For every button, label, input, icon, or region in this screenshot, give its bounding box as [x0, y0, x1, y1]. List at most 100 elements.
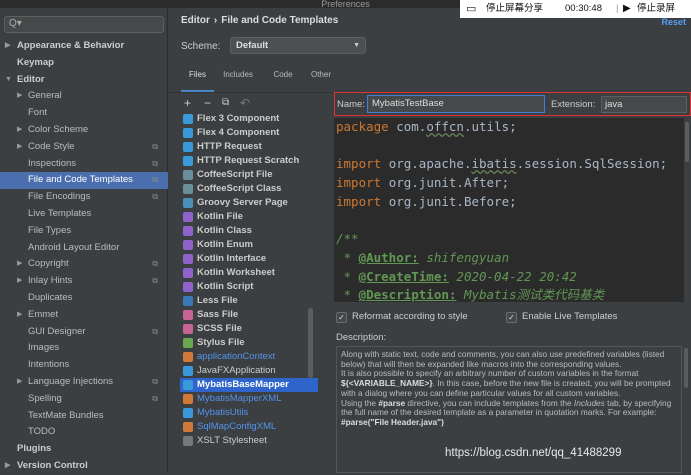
sidebar-item[interactable]: File and Code Templates ⧉ [0, 172, 168, 190]
tab-other[interactable]: Other [304, 66, 338, 92]
stop-record-icon[interactable]: ▶ [623, 0, 631, 18]
chevron-down-icon[interactable]: ▼ [5, 72, 12, 89]
sidebar-item[interactable]: TextMate Bundles [0, 408, 168, 425]
live-templates-checkbox[interactable]: ✓ [506, 312, 517, 323]
chevron-right-icon[interactable]: ▶ [5, 38, 10, 55]
chevron-right-icon[interactable]: ▶ [17, 139, 22, 156]
reset-link[interactable]: Reset [661, 17, 686, 27]
sidebar-item[interactable]: Images [0, 340, 168, 357]
template-item[interactable]: Sass File [180, 308, 318, 322]
code-keyword: import [336, 175, 389, 191]
template-options: ✓ Reformat according to style ✓ Enable L… [336, 311, 691, 327]
chevron-right-icon[interactable]: ▶ [17, 256, 22, 273]
template-item[interactable]: Groovy Server Page [180, 196, 318, 210]
project-scope-icon: ⧉ [152, 158, 158, 168]
sidebar-item[interactable]: TODO [0, 424, 168, 441]
template-item[interactable]: CoffeeScript File [180, 168, 318, 182]
reset-icon[interactable]: ↶ [240, 94, 250, 112]
reformat-checkbox[interactable]: ✓ [336, 312, 347, 323]
extension-field[interactable]: java [601, 96, 687, 113]
template-item[interactable]: SqlMapConfigXML [180, 420, 318, 434]
template-item[interactable]: Flex 4 Component [180, 126, 318, 140]
sidebar-item[interactable]: Font [0, 105, 168, 122]
sidebar-item[interactable]: Spelling ⧉ [0, 391, 168, 408]
template-item[interactable]: Kotlin Worksheet [180, 266, 318, 280]
code-scrollbar[interactable] [685, 122, 689, 162]
sidebar-item[interactable]: Keymap [0, 55, 168, 72]
code-comment: /** [336, 231, 359, 247]
sidebar-item-label: General [28, 90, 62, 102]
template-item[interactable]: JavaFXApplication [180, 364, 318, 378]
template-item[interactable]: XSLT Stylesheet [180, 434, 318, 448]
template-item[interactable]: CoffeeScript Class [180, 182, 318, 196]
sidebar-item[interactable]: ▶ Version Control [0, 458, 168, 475]
sidebar-item[interactable]: ▶ Inlay Hints ⧉ [0, 273, 168, 290]
template-item-label: HTTP Request Scratch [197, 155, 300, 166]
kotlin-file-icon [183, 212, 193, 222]
tab-includes[interactable]: Includes [217, 66, 259, 92]
sidebar-item[interactable]: Duplicates [0, 290, 168, 307]
template-item[interactable]: Stylus File [180, 336, 318, 350]
sidebar-item-label: Android Layout Editor [28, 241, 120, 253]
sidebar-item[interactable]: File Encodings ⧉ [0, 189, 168, 206]
template-item[interactable]: Kotlin Interface [180, 252, 318, 266]
template-item[interactable]: MybatisUtils [180, 406, 318, 420]
sidebar-item[interactable]: ▶ Appearance & Behavior [0, 38, 168, 55]
sidebar-item[interactable]: Plugins [0, 441, 168, 458]
chevron-right-icon[interactable]: ▶ [17, 307, 22, 324]
sidebar-item[interactable]: ▶ Emmet [0, 307, 168, 324]
sidebar-item[interactable]: ▶ General [0, 88, 168, 105]
template-item[interactable]: HTTP Request [180, 140, 318, 154]
scheme-label: Scheme: [181, 41, 221, 52]
template-item[interactable]: Kotlin Script [180, 280, 318, 294]
sidebar-item[interactable]: ▶ Code Style ⧉ [0, 139, 168, 156]
tab-code[interactable]: Code [266, 66, 300, 92]
template-item[interactable]: SCSS File [180, 322, 318, 336]
template-item[interactable]: Kotlin Class [180, 224, 318, 238]
sidebar-item[interactable]: GUI Designer ⧉ [0, 324, 168, 341]
chevron-right-icon[interactable]: ▶ [17, 88, 22, 105]
scheme-dropdown[interactable]: Default ▼ [230, 37, 366, 54]
sidebar-item[interactable]: File Types [0, 223, 168, 240]
name-field[interactable]: MybatisTestBase [367, 95, 545, 113]
project-scope-icon: ⧉ [152, 276, 158, 286]
code-editor[interactable]: package com.offcn.utils; import org.apac… [334, 118, 684, 302]
sidebar-item[interactable]: Live Templates [0, 206, 168, 223]
sidebar-item[interactable]: Android Layout Editor [0, 240, 168, 257]
sidebar-item[interactable]: Inspections ⧉ [0, 156, 168, 173]
main-panel: Editor › File and Code Templates Reset Sch… [168, 8, 691, 473]
sidebar-item-label: Live Templates [28, 207, 92, 219]
template-list: Flex 3 Component Flex 4 Component HTTP Req… [180, 112, 318, 473]
tab-files[interactable]: Files [181, 66, 214, 92]
template-item[interactable]: Kotlin File [180, 210, 318, 224]
template-item[interactable]: applicationContext [180, 350, 318, 364]
sidebar-item-label: Color Scheme [28, 123, 89, 135]
description-scrollbar[interactable] [684, 348, 688, 388]
template-item[interactable]: Kotlin Enum [180, 238, 318, 252]
sidebar-item[interactable]: Intentions [0, 357, 168, 374]
java-file-icon [183, 366, 193, 376]
template-list-scrollbar[interactable] [308, 308, 313, 378]
chevron-right-icon[interactable]: ▶ [17, 122, 22, 139]
groovy-file-icon [183, 198, 193, 208]
chevron-right-icon[interactable]: ▶ [17, 374, 22, 391]
add-icon[interactable]: + [184, 94, 191, 112]
sidebar-item[interactable]: ▶ Color Scheme [0, 122, 168, 139]
breadcrumb-parent[interactable]: Editor [181, 15, 210, 26]
chevron-right-icon[interactable]: ▶ [5, 458, 10, 475]
stop-record-button[interactable]: 停止录屏 [637, 0, 675, 18]
template-item[interactable]: MybatisBaseMapper [180, 378, 318, 392]
template-item[interactable]: MybatisMapperXML [180, 392, 318, 406]
sidebar-item[interactable]: ▼ Editor [0, 72, 168, 89]
template-item-label: Flex 3 Component [197, 113, 280, 124]
sidebar-item[interactable]: ▶ Copyright ⧉ [0, 256, 168, 273]
remove-icon[interactable]: − [204, 94, 211, 112]
template-item[interactable]: HTTP Request Scratch [180, 154, 318, 168]
template-item[interactable]: Less File [180, 294, 318, 308]
search-input[interactable]: Q▾ [4, 16, 164, 33]
chevron-right-icon[interactable]: ▶ [17, 273, 22, 290]
sidebar-item[interactable]: ▶ Language Injections ⧉ [0, 374, 168, 391]
stop-share-button[interactable]: 停止屏幕分享 [486, 0, 543, 18]
template-item[interactable]: Flex 3 Component [180, 112, 318, 126]
copy-icon[interactable]: ⧉ [222, 94, 229, 112]
